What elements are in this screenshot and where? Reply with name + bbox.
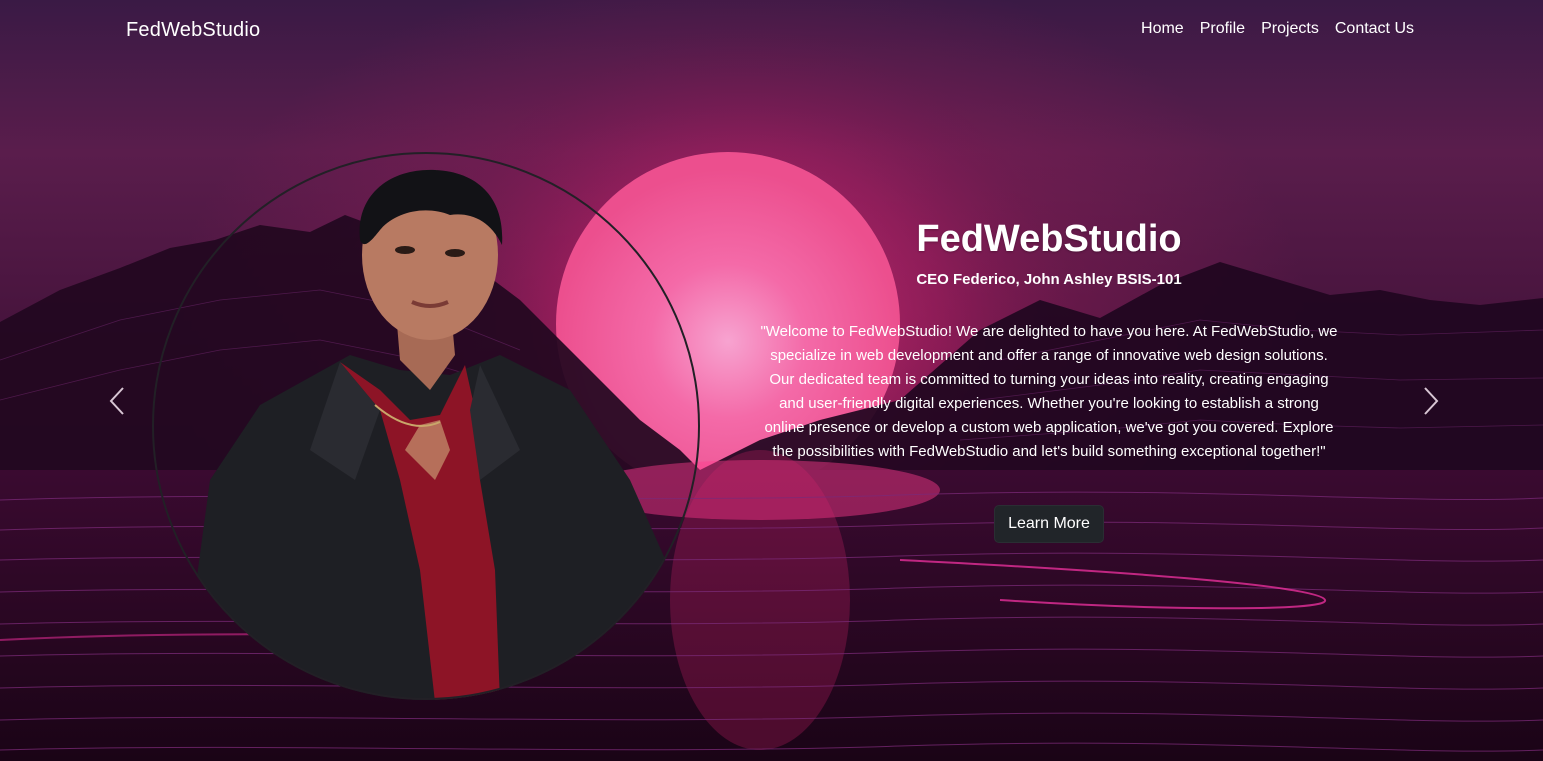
- hero-description: "Welcome to FedWebStudio! We are delight…: [760, 323, 1338, 460]
- hero-carousel: FedWebStudio Home Profile Projects Conta…: [0, 0, 1543, 761]
- profile-photo-ring: [152, 152, 700, 700]
- carousel-next-button[interactable]: [1413, 384, 1447, 418]
- carousel-prev-button[interactable]: [101, 384, 135, 418]
- learn-more-button[interactable]: Learn More: [994, 505, 1104, 543]
- hero-subtitle: CEO Federico, John Ashley BSIS-101: [916, 271, 1182, 288]
- nav-link-home[interactable]: Home: [1141, 20, 1184, 38]
- brand-logo-link[interactable]: FedWebStudio: [126, 19, 260, 42]
- chevron-left-icon: [109, 387, 124, 415]
- top-navbar: FedWebStudio Home Profile Projects Conta…: [0, 0, 1543, 62]
- hero-caption: FedWebStudio CEO Federico, John Ashley B…: [760, 214, 1338, 543]
- chevron-right-icon: [1424, 387, 1439, 415]
- nav-link-contact-us[interactable]: Contact Us: [1335, 20, 1414, 38]
- hero-title: FedWebStudio: [916, 218, 1182, 260]
- nav-link-projects[interactable]: Projects: [1261, 20, 1319, 38]
- nav-links: Home Profile Projects Contact Us: [1141, 20, 1414, 38]
- nav-link-profile[interactable]: Profile: [1200, 20, 1245, 38]
